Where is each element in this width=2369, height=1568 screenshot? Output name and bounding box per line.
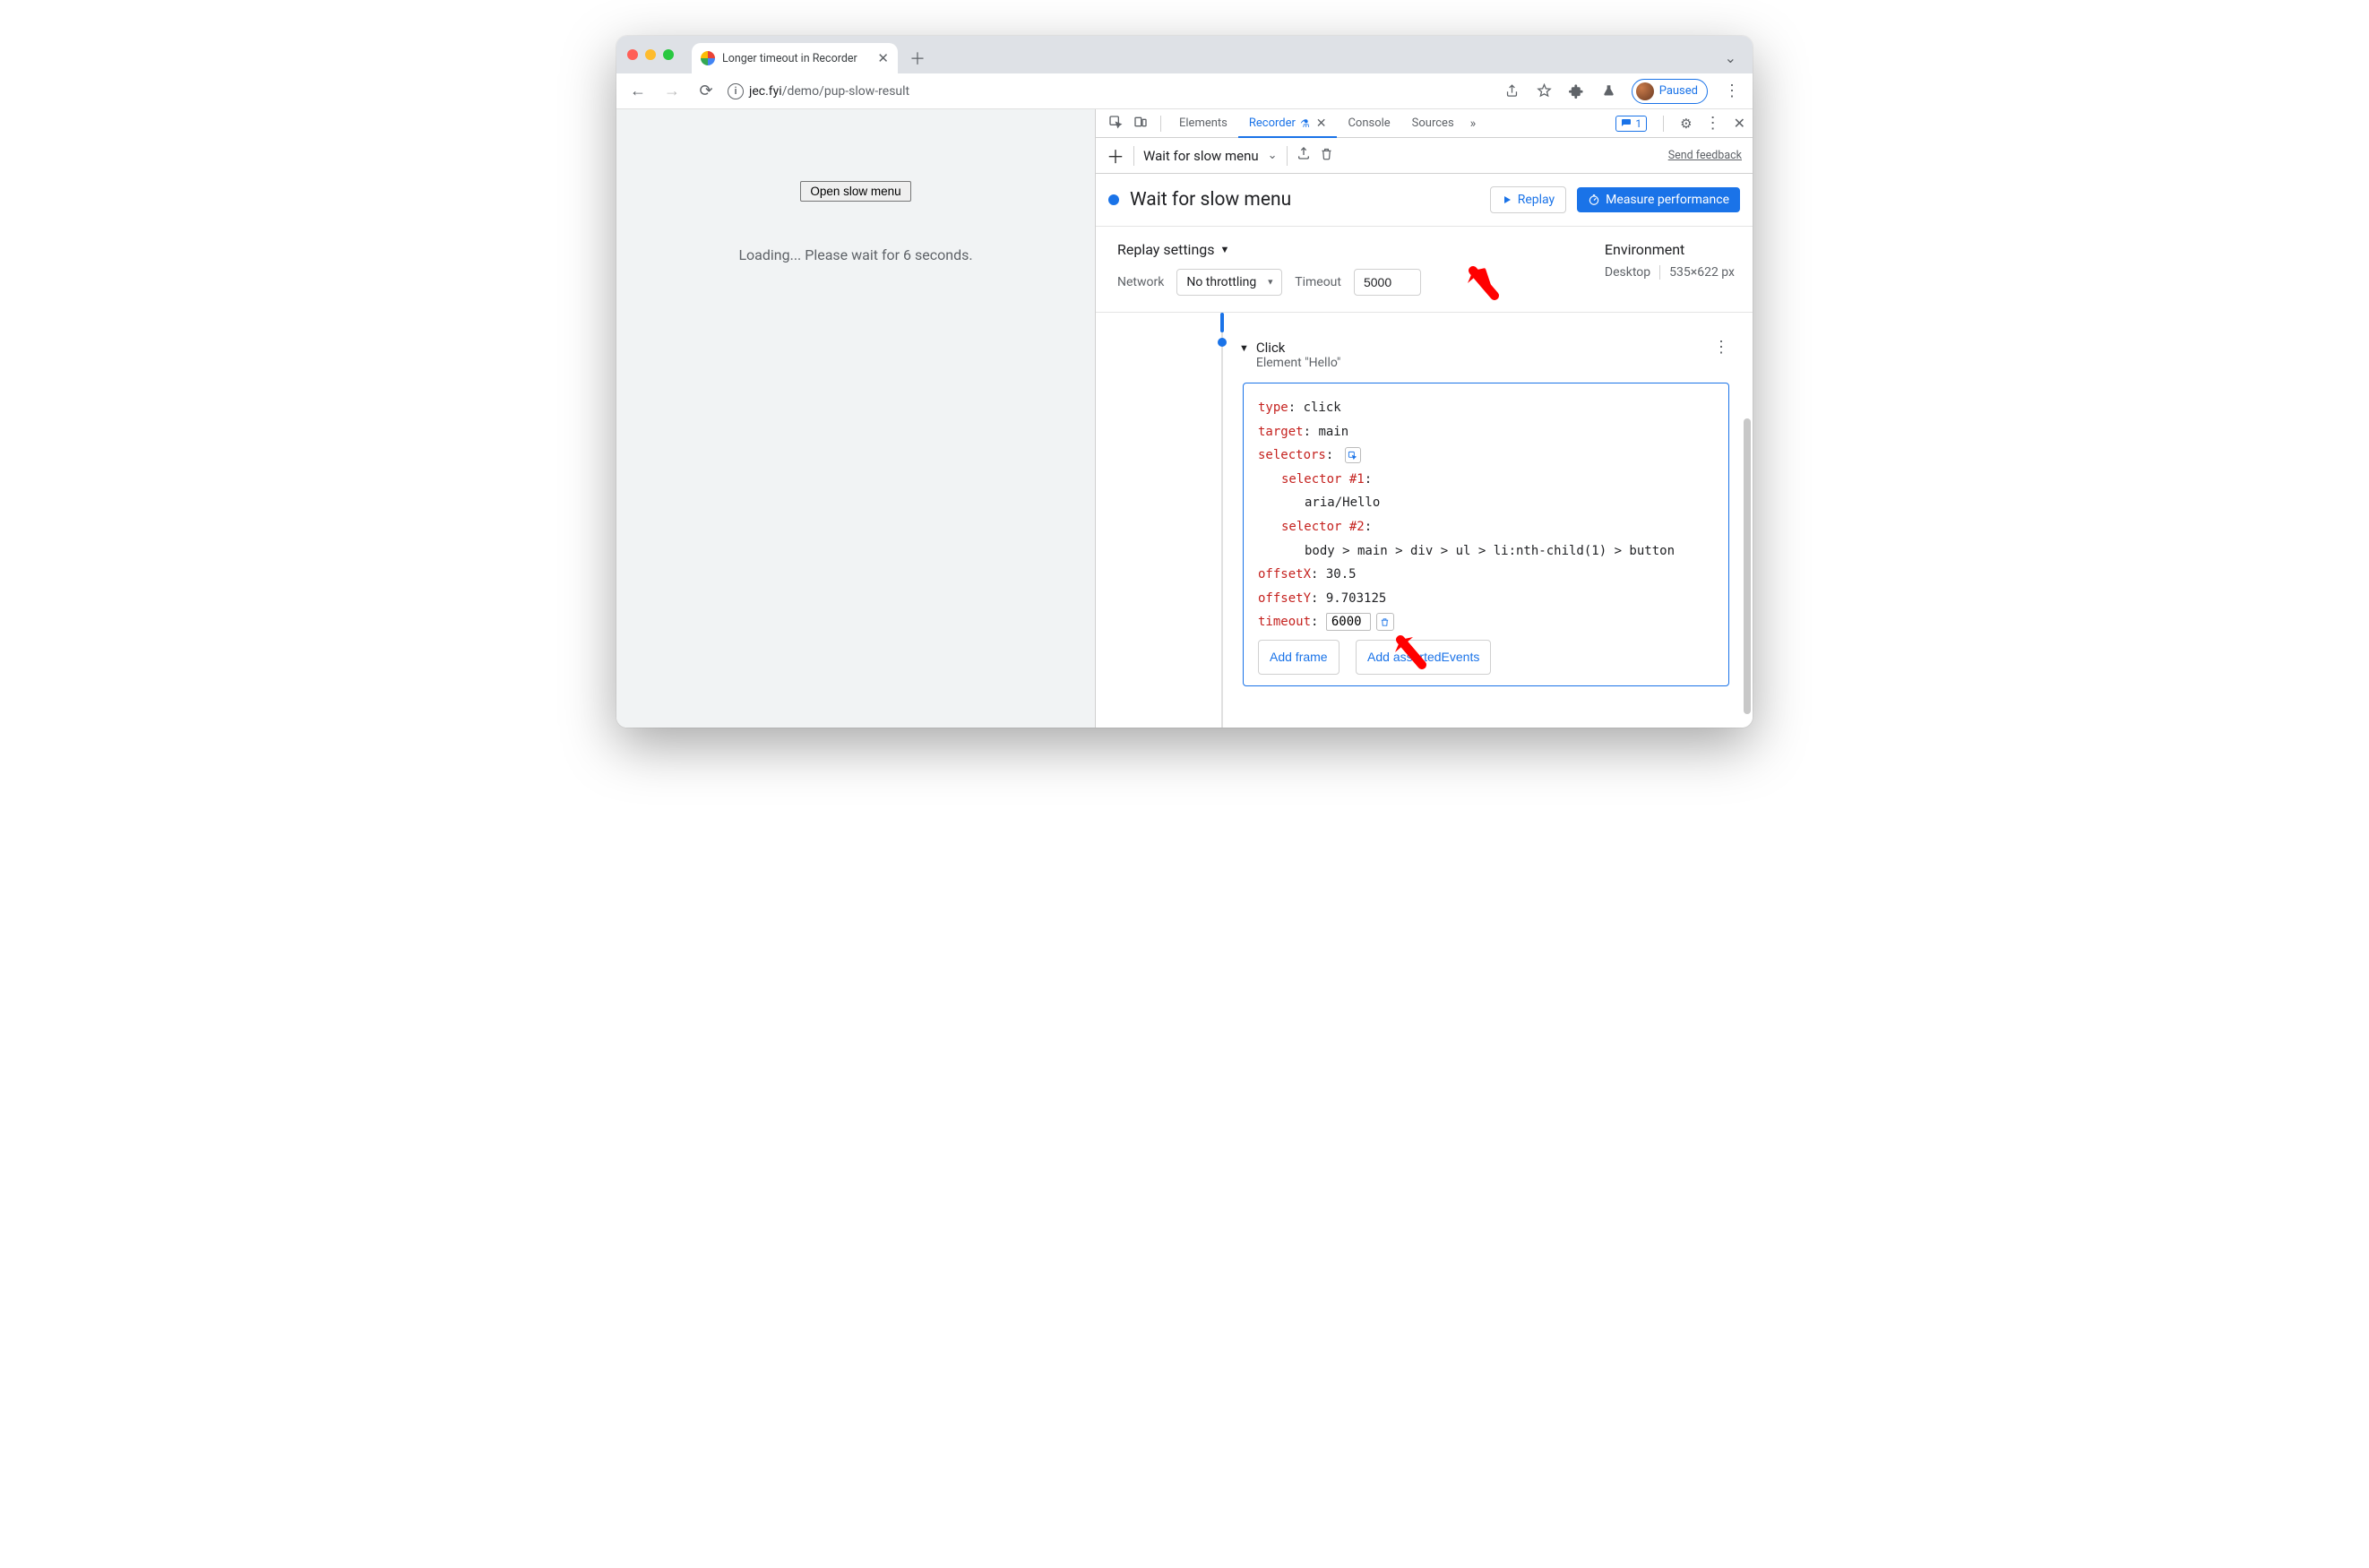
replay-settings: Replay settings ▼ Network No throttling … [1096, 227, 1753, 313]
delete-icon[interactable] [1320, 147, 1333, 165]
tab-strip: Longer timeout in Recorder ✕ ＋ ⌄ [616, 36, 1753, 73]
tab-recorder[interactable]: Recorder ⚗ ✕ [1238, 109, 1338, 137]
pick-selector-icon[interactable] [1345, 447, 1361, 463]
close-window-button[interactable] [627, 49, 638, 60]
devtools-panel: Elements Recorder ⚗ ✕ Console Sources » … [1096, 109, 1753, 728]
network-label: Network [1117, 275, 1164, 289]
browser-tab[interactable]: Longer timeout in Recorder ✕ [692, 43, 898, 73]
timeline-active-segment [1220, 313, 1224, 332]
url-path: /demo/pup-slow-result [782, 84, 909, 99]
env-size: 535×622 px [1659, 265, 1735, 280]
loading-text: Loading... Please wait for 6 seconds. [738, 246, 972, 263]
tabs-menu-button[interactable]: ⌄ [1718, 42, 1744, 73]
recording-name: Wait for slow menu [1130, 189, 1291, 211]
recording-status-dot-icon [1108, 194, 1119, 205]
recording-select-label: Wait for slow menu [1143, 148, 1259, 164]
more-tabs-icon[interactable]: » [1465, 116, 1482, 131]
step-header[interactable]: ▼ Click Element "Hello" ⋮ [1239, 322, 1738, 370]
favicon-icon [701, 51, 715, 65]
add-asserted-events-button[interactable]: Add assertedEvents [1356, 640, 1491, 675]
device-toolbar-icon[interactable] [1128, 115, 1153, 133]
url-bar[interactable]: i jec.fyi/demo/pup-slow-result [728, 78, 1494, 105]
profile-status: Paused [1659, 84, 1698, 98]
timeline-dot-icon [1218, 338, 1227, 347]
add-frame-button[interactable]: Add frame [1258, 640, 1340, 675]
replay-settings-title[interactable]: Replay settings ▼ [1117, 241, 1421, 258]
flask-icon: ⚗ [1300, 117, 1310, 130]
maximize-window-button[interactable] [663, 49, 674, 60]
tab-console[interactable]: Console [1337, 109, 1400, 137]
tab-title: Longer timeout in Recorder [722, 52, 857, 65]
tab-elements[interactable]: Elements [1168, 109, 1238, 137]
replay-button[interactable]: Replay [1490, 186, 1566, 213]
recording-select-chevron-icon[interactable]: ⌄ [1268, 149, 1278, 162]
browser-menu-button[interactable]: ⋮ [1720, 82, 1744, 100]
site-info-icon[interactable]: i [728, 83, 744, 99]
reload-button[interactable]: ⟳ [693, 79, 719, 104]
network-throttling-select[interactable]: No throttling [1176, 269, 1282, 296]
recorder-toolbar: ＋ Wait for slow menu ⌄ Send feedback [1096, 138, 1753, 174]
timeline-line [1221, 313, 1223, 728]
extensions-icon[interactable] [1567, 82, 1587, 101]
bookmark-icon[interactable] [1535, 82, 1555, 101]
new-tab-button[interactable]: ＋ [905, 46, 930, 71]
settings-icon[interactable]: ⚙ [1680, 116, 1692, 132]
export-icon[interactable] [1296, 146, 1311, 165]
selector-2-value: body > main > div > ul > li:nth-child(1)… [1305, 544, 1675, 558]
step-menu-button[interactable]: ⋮ [1713, 338, 1729, 357]
back-button[interactable]: ← [625, 79, 650, 104]
content-area: Open slow menu Loading... Please wait fo… [616, 109, 1753, 728]
window-controls [627, 36, 692, 73]
step-collapse-icon[interactable]: ▼ [1239, 342, 1249, 354]
timeout-input[interactable] [1354, 269, 1421, 296]
delete-timeout-icon[interactable] [1376, 613, 1394, 631]
new-recording-button[interactable]: ＋ [1107, 142, 1124, 168]
forward-button: → [659, 79, 685, 104]
step-subtitle: Element "Hello" [1256, 356, 1341, 370]
measure-performance-button[interactable]: Measure performance [1577, 187, 1740, 212]
environment-title: Environment [1605, 241, 1735, 258]
url-host: jec.fyi [749, 84, 782, 99]
address-bar: ← → ⟳ i jec.fyi/demo/pup-slow-result Pau… [616, 73, 1753, 109]
labs-icon[interactable] [1599, 82, 1619, 101]
share-icon[interactable] [1503, 82, 1522, 101]
page-viewport: Open slow menu Loading... Please wait fo… [616, 109, 1096, 728]
close-tab-button[interactable]: ✕ [877, 50, 889, 66]
close-panel-icon[interactable]: ✕ [1316, 116, 1327, 131]
minimize-window-button[interactable] [645, 49, 656, 60]
devtools-menu-button[interactable]: ⋮ [1701, 114, 1725, 133]
step-details: type: click target: main selectors: sele… [1243, 383, 1729, 686]
selector-1-value: aria/Hello [1305, 495, 1380, 510]
step-timeout-input[interactable] [1326, 613, 1371, 631]
open-slow-menu-button[interactable]: Open slow menu [800, 181, 910, 202]
avatar-icon [1636, 82, 1654, 100]
close-devtools-button[interactable]: ✕ [1734, 115, 1745, 132]
inspect-element-icon[interactable] [1103, 115, 1128, 133]
chevron-down-icon: ▼ [1220, 244, 1230, 255]
profile-chip[interactable]: Paused [1632, 79, 1708, 104]
timeout-label: Timeout [1295, 275, 1341, 289]
devtools-tabs: Elements Recorder ⚗ ✕ Console Sources » … [1096, 109, 1753, 138]
send-feedback-link[interactable]: Send feedback [1668, 149, 1742, 162]
step-title: Click [1256, 340, 1341, 356]
environment-panel: Environment Desktop 535×622 px [1605, 241, 1735, 280]
env-device: Desktop [1605, 265, 1650, 280]
issues-badge[interactable]: 1 [1615, 116, 1647, 132]
steps-panel: ▼ Click Element "Hello" ⋮ type: click ta… [1096, 313, 1753, 728]
browser-window: Longer timeout in Recorder ✕ ＋ ⌄ ← → ⟳ i… [616, 36, 1753, 728]
recording-header: Wait for slow menu Replay Measure perfor… [1096, 174, 1753, 227]
tab-sources[interactable]: Sources [1401, 109, 1465, 137]
